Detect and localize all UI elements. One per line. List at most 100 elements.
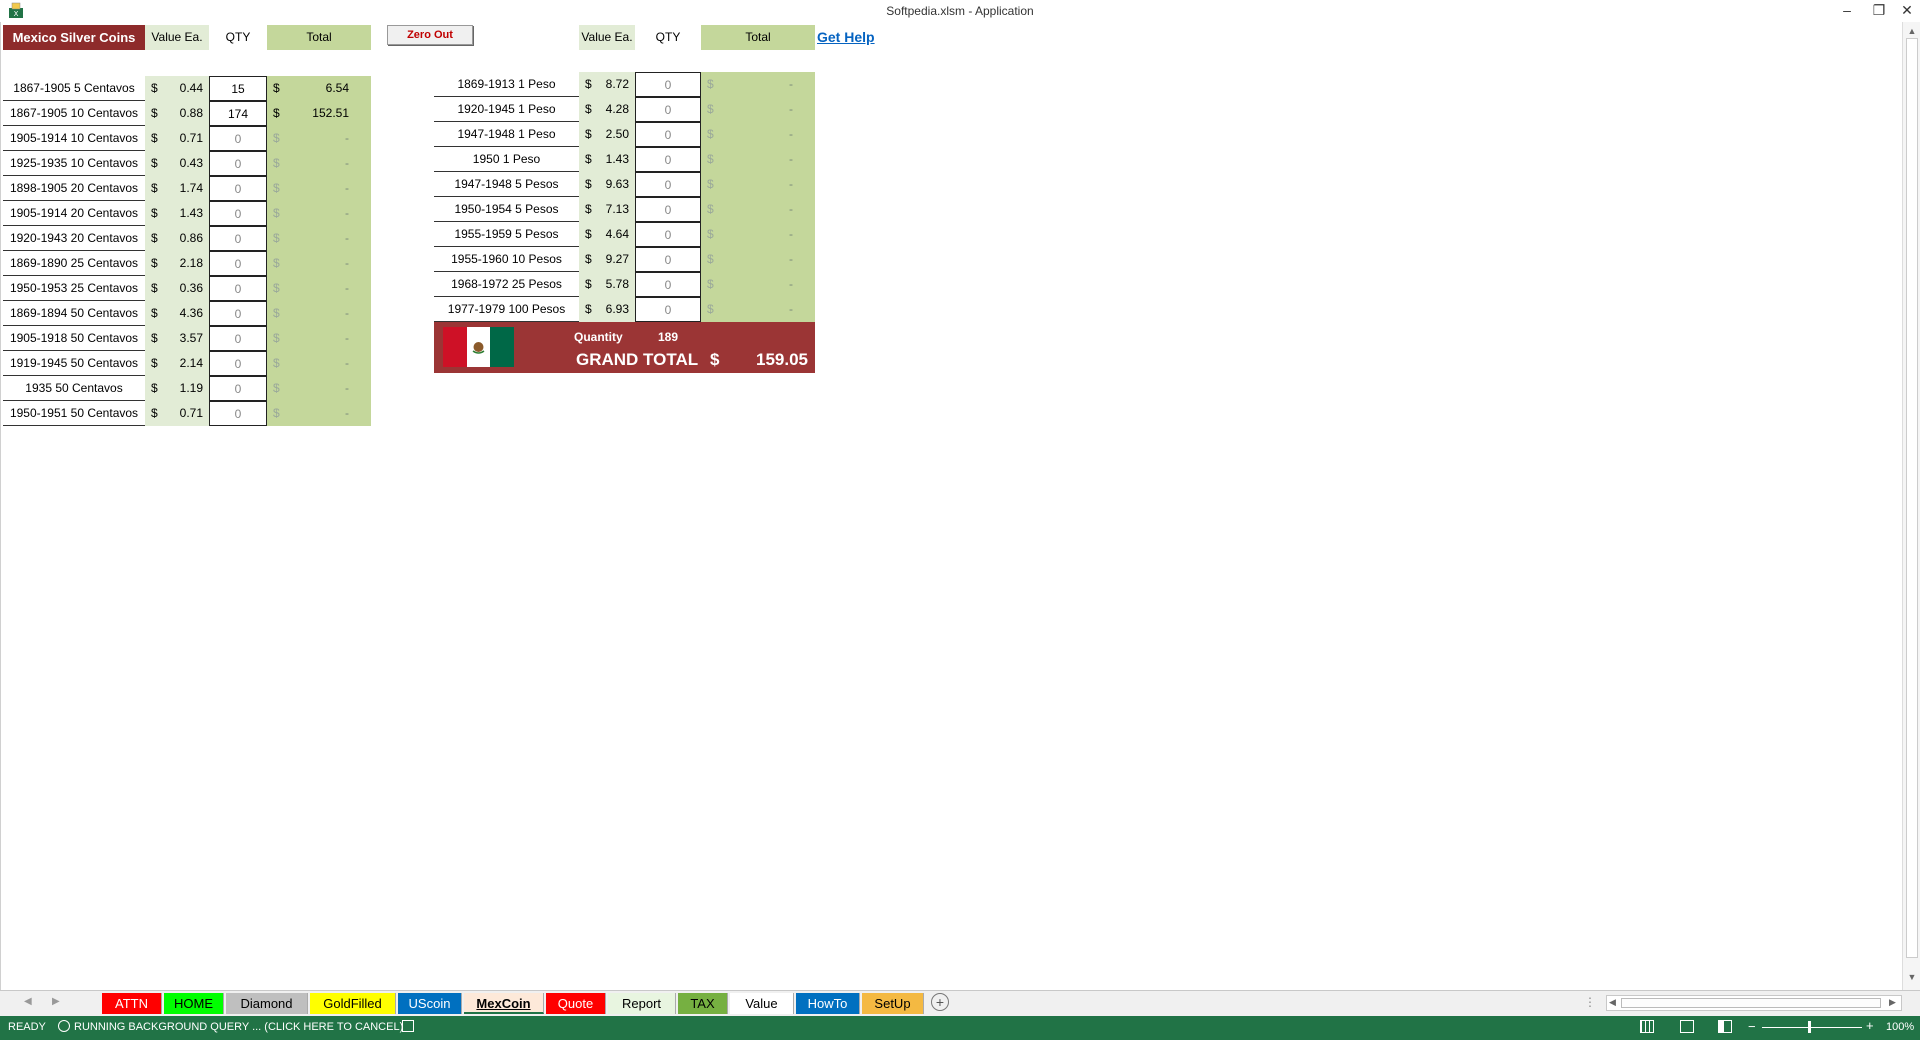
sheet-tab-tax[interactable]: TAX	[678, 993, 728, 1014]
coin-qty-input[interactable]: 174	[209, 101, 267, 126]
coin-qty-input[interactable]: 0	[209, 126, 267, 151]
normal-view-icon[interactable]	[1640, 1020, 1654, 1033]
coin-qty-input[interactable]: 0	[209, 201, 267, 226]
zero-out-button[interactable]: Zero Out	[387, 25, 473, 45]
coin-qty-input[interactable]: 0	[209, 351, 267, 376]
coin-name: 1950-1951 50 Centavos	[3, 401, 145, 426]
coin-qty-input[interactable]: 0	[635, 297, 701, 322]
title-bar: X Softpedia.xlsm - Application – ❐ ✕	[0, 0, 1920, 22]
page-break-view-icon[interactable]	[1718, 1020, 1732, 1033]
zoom-out-icon[interactable]: −	[1748, 1019, 1756, 1034]
coin-qty-input[interactable]: 0	[635, 72, 701, 97]
coin-qty-input[interactable]: 0	[209, 326, 267, 351]
coin-qty-input[interactable]: 0	[635, 147, 701, 172]
coin-qty-input[interactable]: 0	[209, 401, 267, 426]
value-currency: $	[145, 376, 165, 401]
total-currency: $	[701, 247, 721, 272]
total-currency: $	[267, 351, 287, 376]
coin-value: 7.13	[599, 197, 635, 222]
coin-qty-input[interactable]: 15	[209, 76, 267, 101]
vertical-scrollbar[interactable]: ▲ ▼	[1902, 22, 1920, 990]
sheet-tab-goldfilled[interactable]: GoldFilled	[310, 993, 396, 1014]
window-title: Softpedia.xlsm - Application	[886, 4, 1034, 18]
total-currency: $	[701, 222, 721, 247]
minimize-button[interactable]: –	[1830, 0, 1864, 22]
sheet-tab-mexcoin[interactable]: MexCoin	[464, 993, 544, 1014]
sheet-tab-uscoin[interactable]: UScoin	[398, 993, 462, 1014]
coin-value: 3.57	[165, 326, 209, 351]
coin-name: 1950-1954 5 Pesos	[434, 197, 579, 222]
coin-value: 1.74	[165, 176, 209, 201]
grand-total-label: GRAND TOTAL	[576, 350, 699, 369]
scroll-thumb[interactable]	[1906, 38, 1918, 958]
horizontal-scrollbar[interactable]: ◀ ▶	[1606, 995, 1902, 1011]
refresh-query-icon[interactable]	[58, 1020, 70, 1032]
zoom-in-icon[interactable]: +	[1866, 1018, 1874, 1033]
scroll-down-icon[interactable]: ▼	[1906, 972, 1918, 982]
total-currency: $	[701, 197, 721, 222]
background-query-status[interactable]: RUNNING BACKGROUND QUERY ... (CLICK HERE…	[74, 1021, 403, 1033]
coin-qty-input[interactable]: 0	[209, 276, 267, 301]
sheet-tab-home[interactable]: HOME	[164, 993, 224, 1014]
coin-qty-input[interactable]: 0	[635, 272, 701, 297]
value-currency: $	[579, 272, 599, 297]
coin-qty-input[interactable]: 0	[635, 197, 701, 222]
value-currency: $	[145, 151, 165, 176]
coin-value: 0.71	[165, 126, 209, 151]
page-layout-view-icon[interactable]	[1680, 1020, 1694, 1033]
coin-qty-input[interactable]: 0	[635, 122, 701, 147]
coin-value: 6.93	[599, 297, 635, 322]
worksheet[interactable]: Mexico Silver Coins Value Ea. QTY Total …	[0, 22, 1902, 990]
coin-total: -	[721, 197, 815, 222]
tab-splitter-icon[interactable]: ⋮	[1584, 995, 1596, 1009]
sheet-tab-howto[interactable]: HowTo	[796, 993, 860, 1014]
coin-qty-input[interactable]: 0	[209, 151, 267, 176]
sheet-tab-quote[interactable]: Quote	[546, 993, 606, 1014]
sheet-tab-diamond[interactable]: Diamond	[226, 993, 308, 1014]
coin-qty-input[interactable]: 0	[635, 172, 701, 197]
total-currency: $	[701, 297, 721, 322]
tab-scroll-left-icon[interactable]: ◀	[24, 996, 32, 1007]
coin-total: -	[287, 301, 371, 326]
coin-qty-input[interactable]: 0	[209, 226, 267, 251]
hscroll-thumb[interactable]	[1621, 998, 1881, 1008]
coin-total: -	[721, 147, 815, 172]
coin-value: 9.27	[599, 247, 635, 272]
total-currency: $	[267, 151, 287, 176]
zoom-level[interactable]: 100%	[1886, 1021, 1914, 1033]
add-sheet-icon[interactable]: +	[931, 993, 949, 1011]
sheet-tab-report[interactable]: Report	[608, 993, 676, 1014]
coin-value: 0.88	[165, 101, 209, 126]
scroll-up-icon[interactable]: ▲	[1906, 26, 1918, 36]
coin-name: 1869-1890 25 Centavos	[3, 251, 145, 276]
coin-qty-input[interactable]: 0	[635, 222, 701, 247]
coin-name: 1905-1914 10 Centavos	[3, 126, 145, 151]
tab-scroll-right-icon[interactable]: ▶	[52, 996, 60, 1007]
total-currency: $	[267, 101, 287, 126]
coin-name: 1947-1948 1 Peso	[434, 122, 579, 147]
header-value-ea: Value Ea.	[145, 25, 209, 50]
zoom-slider[interactable]	[1762, 1027, 1862, 1028]
coin-qty-input[interactable]: 0	[209, 376, 267, 401]
coin-name: 1947-1948 5 Pesos	[434, 172, 579, 197]
get-help-link[interactable]: Get Help	[817, 25, 887, 50]
sheet-tab-value[interactable]: Value	[730, 993, 794, 1014]
total-currency: $	[267, 276, 287, 301]
sheet-tab-bar: ◀ ▶ ATTN HOME Diamond GoldFilled UScoin MexCo…	[0, 990, 1920, 1016]
coin-qty-input[interactable]: 0	[209, 176, 267, 201]
coin-qty-input[interactable]: 0	[209, 301, 267, 326]
sheet-tab-attn[interactable]: ATTN	[102, 993, 162, 1014]
coin-qty-input[interactable]: 0	[635, 97, 701, 122]
coin-total: -	[287, 201, 371, 226]
coin-name: 1905-1914 20 Centavos	[3, 201, 145, 226]
macro-record-icon[interactable]	[402, 1020, 414, 1032]
coin-qty-input[interactable]: 0	[209, 251, 267, 276]
hscroll-right-icon[interactable]: ▶	[1889, 997, 1896, 1008]
sheet-tab-setup[interactable]: SetUp	[862, 993, 924, 1014]
close-button[interactable]: ✕	[1890, 0, 1920, 22]
zoom-slider-thumb[interactable]	[1808, 1021, 1811, 1033]
value-currency: $	[579, 97, 599, 122]
coin-name: 1968-1972 25 Pesos	[434, 272, 579, 297]
coin-qty-input[interactable]: 0	[635, 247, 701, 272]
hscroll-left-icon[interactable]: ◀	[1609, 997, 1616, 1008]
